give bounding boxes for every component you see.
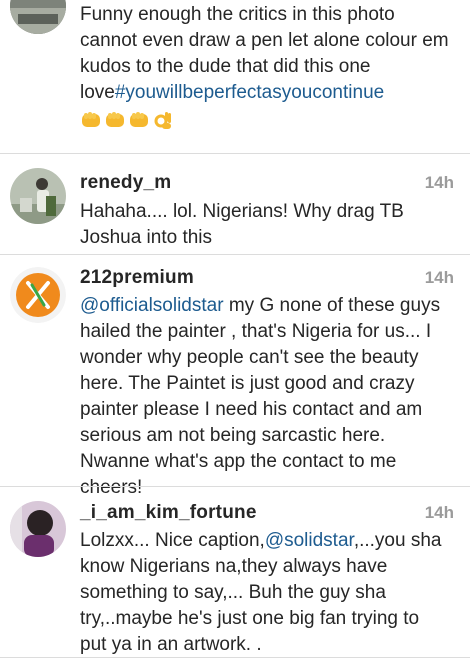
oncoming-fist-icon [106,111,124,127]
comment-3: 212premium 14h @officialsolidstar my G n… [0,255,470,498]
comment-username[interactable]: 212premium [80,267,194,289]
hashtag-link[interactable]: #youwillbeperfectasyoucontinue [115,82,384,103]
comment-text: Hahaha.... lol. Nigerians! Why drag TB J… [80,201,404,248]
comment-username[interactable]: _i_am_kim_fortune [80,502,257,524]
comment-1: Funny enough the critics in this photo c… [0,0,470,152]
comment-text-main: Lolzxx... Nice caption, [80,530,265,551]
divider [0,657,470,658]
comment-4: _i_am_kim_fortune 14h Lolzxx... Nice cap… [0,487,470,659]
ok-hand-icon [154,111,171,129]
avatar[interactable] [10,168,66,224]
comment-text: @officialsolidstar my G none of these gu… [80,293,450,501]
comment-timestamp: 14h [424,268,454,287]
oncoming-fist-icon [82,111,100,127]
comment-text: Lolzxx... Nice caption,@solidstar,...you… [80,528,450,658]
mention-link[interactable]: @solidstar [265,530,354,551]
comment-username[interactable]: renedy_m [80,172,171,194]
comment-text: Funny enough the critics in this photo c… [80,2,450,132]
mention-link[interactable]: @officialsolidstar [80,295,224,316]
avatar[interactable] [10,501,66,557]
comment-text-main: my G none of these guys hailed the paint… [80,295,441,498]
oncoming-fist-icon [130,111,148,127]
comment-2: renedy_m 14h Hahaha.... lol. Nigerians! … [0,154,470,254]
emoji-row [80,109,174,131]
avatar[interactable] [10,267,66,323]
comment-timestamp: 14h [424,173,454,192]
comment-timestamp: 14h [424,503,454,522]
avatar[interactable] [10,0,66,34]
